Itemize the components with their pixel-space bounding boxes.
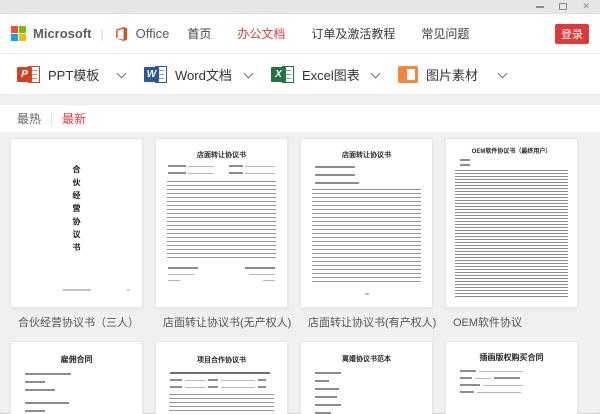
- template-card-oem-software[interactable]: OEM软件协议书（最终用户） OEM软件协议: [445, 138, 578, 330]
- template-card-employment-contract[interactable]: 雇佣合同: [10, 341, 143, 414]
- minimize-icon: [536, 6, 544, 8]
- thumbnail-title: 项目合作协议书: [156, 355, 287, 365]
- thumbnail-title: 合伙经营协议书: [71, 165, 82, 256]
- minimize-button[interactable]: [536, 6, 544, 8]
- filter-newest[interactable]: 最新: [62, 110, 86, 127]
- chevron-down-icon: [245, 70, 253, 78]
- thumbnail-title: OEM软件协议书（最终用户）: [446, 146, 577, 155]
- category-bar: P PPT模板 W Word文档 X Excel图表 图片素材: [0, 54, 600, 95]
- template-card-store-transfer-no-owner[interactable]: 店面转让协议书 店面转让协议书(无产权人): [155, 138, 288, 330]
- image-icon: [398, 66, 418, 83]
- document-thumbnail: OEM软件协议书（最终用户）: [445, 138, 578, 308]
- brand-separator: |: [101, 27, 104, 41]
- document-thumbnail: 店面转让协议书: [300, 138, 433, 308]
- section-divider: [0, 95, 600, 105]
- thumbnail-title: 离婚协议书范本: [301, 354, 432, 364]
- document-thumbnail: 项目合作协议书: [155, 341, 288, 414]
- template-caption: 合伙经营协议书（三人）: [10, 314, 143, 330]
- chevron-down-icon: [499, 70, 507, 78]
- template-caption: 店面转让协议书(无产权人): [155, 314, 288, 330]
- filter-divider: [51, 113, 52, 125]
- nav-orders-activation[interactable]: 订单及激活教程: [311, 25, 395, 42]
- category-excel-charts[interactable]: X Excel图表: [271, 64, 398, 85]
- document-thumbnail: 合伙经营协议书: [10, 138, 143, 308]
- nav-office-docs[interactable]: 办公文档: [237, 25, 285, 42]
- office-wordmark: Office: [136, 26, 170, 41]
- window-titlebar: ✕: [0, 0, 600, 14]
- category-word-docs[interactable]: W Word文档: [144, 64, 271, 85]
- document-thumbnail: 雇佣合同: [10, 341, 143, 414]
- microsoft-wordmark: Microsoft: [33, 26, 92, 41]
- thumbnail-title: 店面转让协议书: [301, 150, 432, 160]
- template-card-partnership-agreement[interactable]: 合伙经营协议书 合伙经营协议书（三人）: [10, 138, 143, 330]
- maximize-icon: [559, 3, 567, 10]
- thumbnail-title: 店面转让协议书: [156, 150, 287, 160]
- office-logo-icon: [113, 26, 129, 42]
- microsoft-office-logo[interactable]: Microsoft | Office: [11, 26, 169, 42]
- chevron-down-icon: [118, 70, 126, 78]
- main-nav: 首页 办公文档 订单及激活教程 常见问题: [187, 25, 469, 42]
- template-caption: 店面转让协议书(有产权人): [300, 314, 433, 330]
- chevron-down-icon: [372, 70, 380, 78]
- word-icon: W: [144, 64, 167, 85]
- template-card-project-cooperation[interactable]: 项目合作协议书: [155, 341, 288, 414]
- template-caption: OEM软件协议: [445, 314, 578, 330]
- template-card-divorce-agreement[interactable]: 离婚协议书范本: [300, 341, 433, 414]
- template-card-store-transfer-with-owner[interactable]: 店面转让协议书 店面转让协议书(有产权人): [300, 138, 433, 330]
- microsoft-logo-icon: [11, 26, 26, 41]
- site-header: Microsoft | Office 首页 办公文档 订单及激活教程 常见问题 …: [0, 14, 600, 54]
- close-button[interactable]: ✕: [582, 2, 590, 11]
- document-thumbnail: 店面转让协议书: [155, 138, 288, 308]
- sort-filter-bar: 最热 最新: [0, 105, 600, 132]
- nav-faq[interactable]: 常见问题: [421, 25, 469, 42]
- maximize-button[interactable]: [559, 3, 567, 10]
- close-icon: ✕: [582, 2, 590, 11]
- filter-hottest[interactable]: 最热: [17, 110, 41, 127]
- thumbnail-title: 雇佣合同: [11, 354, 142, 365]
- nav-home[interactable]: 首页: [187, 25, 211, 42]
- document-thumbnail: 插画版权购买合同: [445, 341, 578, 414]
- category-image-assets[interactable]: 图片素材: [398, 65, 525, 84]
- excel-icon: X: [271, 64, 294, 85]
- login-button[interactable]: 登录: [555, 24, 589, 44]
- template-card-illustration-copyright[interactable]: 插画版权购买合同: [445, 341, 578, 414]
- app-window: ✕ Microsoft | Office 首页 办公文档 订单及激活教程 常见问…: [0, 0, 600, 414]
- document-thumbnail: 离婚协议书范本: [300, 341, 433, 414]
- category-ppt-templates[interactable]: P PPT模板: [17, 64, 144, 85]
- template-grid: 合伙经营协议书 合伙经营协议书（三人） 店面转让协议书 店面转让协议书(无产权人…: [0, 132, 600, 412]
- thumbnail-title: 插画版权购买合同: [446, 352, 577, 363]
- powerpoint-icon: P: [17, 64, 40, 85]
